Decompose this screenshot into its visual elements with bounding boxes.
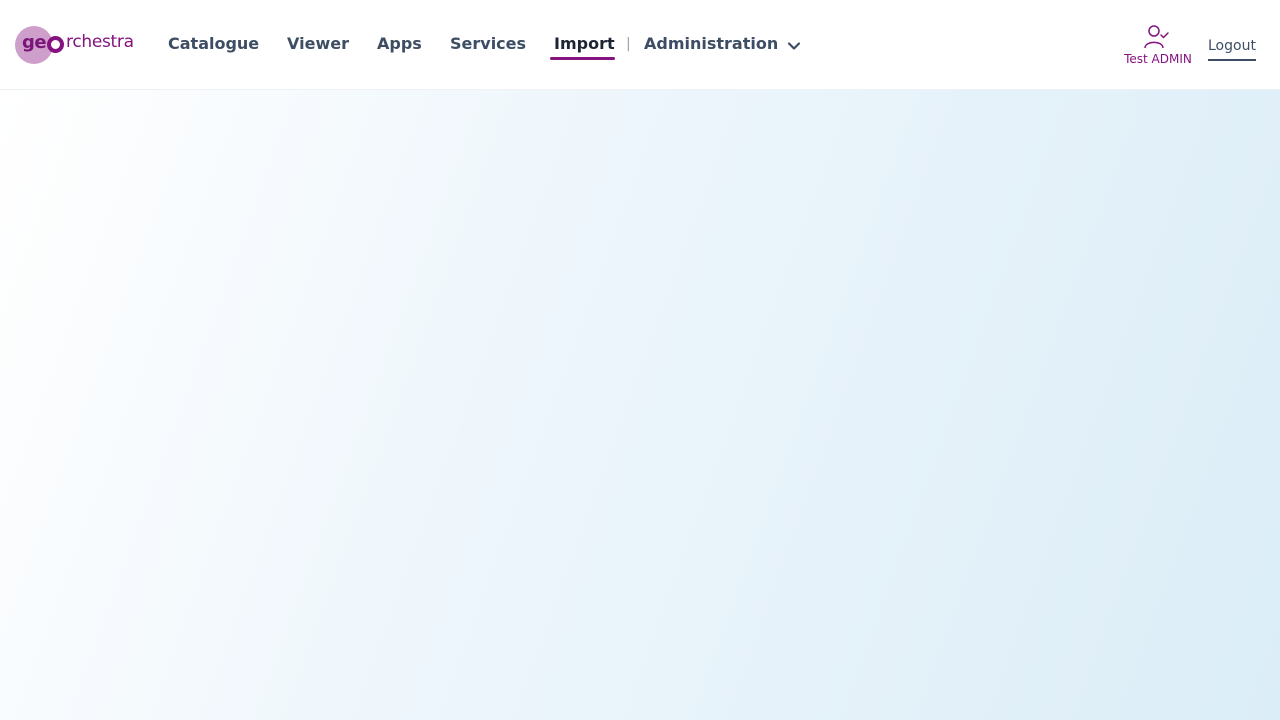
top-header: ge rchestra Catalogue Viewer Apps Servic… (0, 0, 1280, 90)
logout-link[interactable]: Logout (1208, 38, 1256, 61)
logo-ring-icon (47, 36, 64, 53)
nav-viewer[interactable]: Viewer (287, 34, 349, 53)
nav-services[interactable]: Services (450, 34, 526, 53)
active-tab-indicator (550, 57, 615, 60)
user-check-icon (1142, 22, 1172, 50)
main-content (0, 90, 1280, 720)
georchestra-logo[interactable]: ge rchestra (15, 26, 140, 66)
nav-import[interactable]: Import (554, 34, 615, 53)
nav-apps[interactable]: Apps (377, 34, 422, 53)
nav-separator: | (626, 36, 631, 52)
chevron-down-icon[interactable] (787, 38, 801, 52)
logo-prefix: ge (22, 32, 47, 53)
nav-administration[interactable]: Administration (644, 34, 778, 53)
nav-catalogue[interactable]: Catalogue (168, 34, 259, 53)
user-name: Test ADMIN (1124, 52, 1192, 66)
user-account[interactable]: Test ADMIN (1118, 22, 1198, 70)
logo-suffix: rchestra (66, 32, 134, 52)
